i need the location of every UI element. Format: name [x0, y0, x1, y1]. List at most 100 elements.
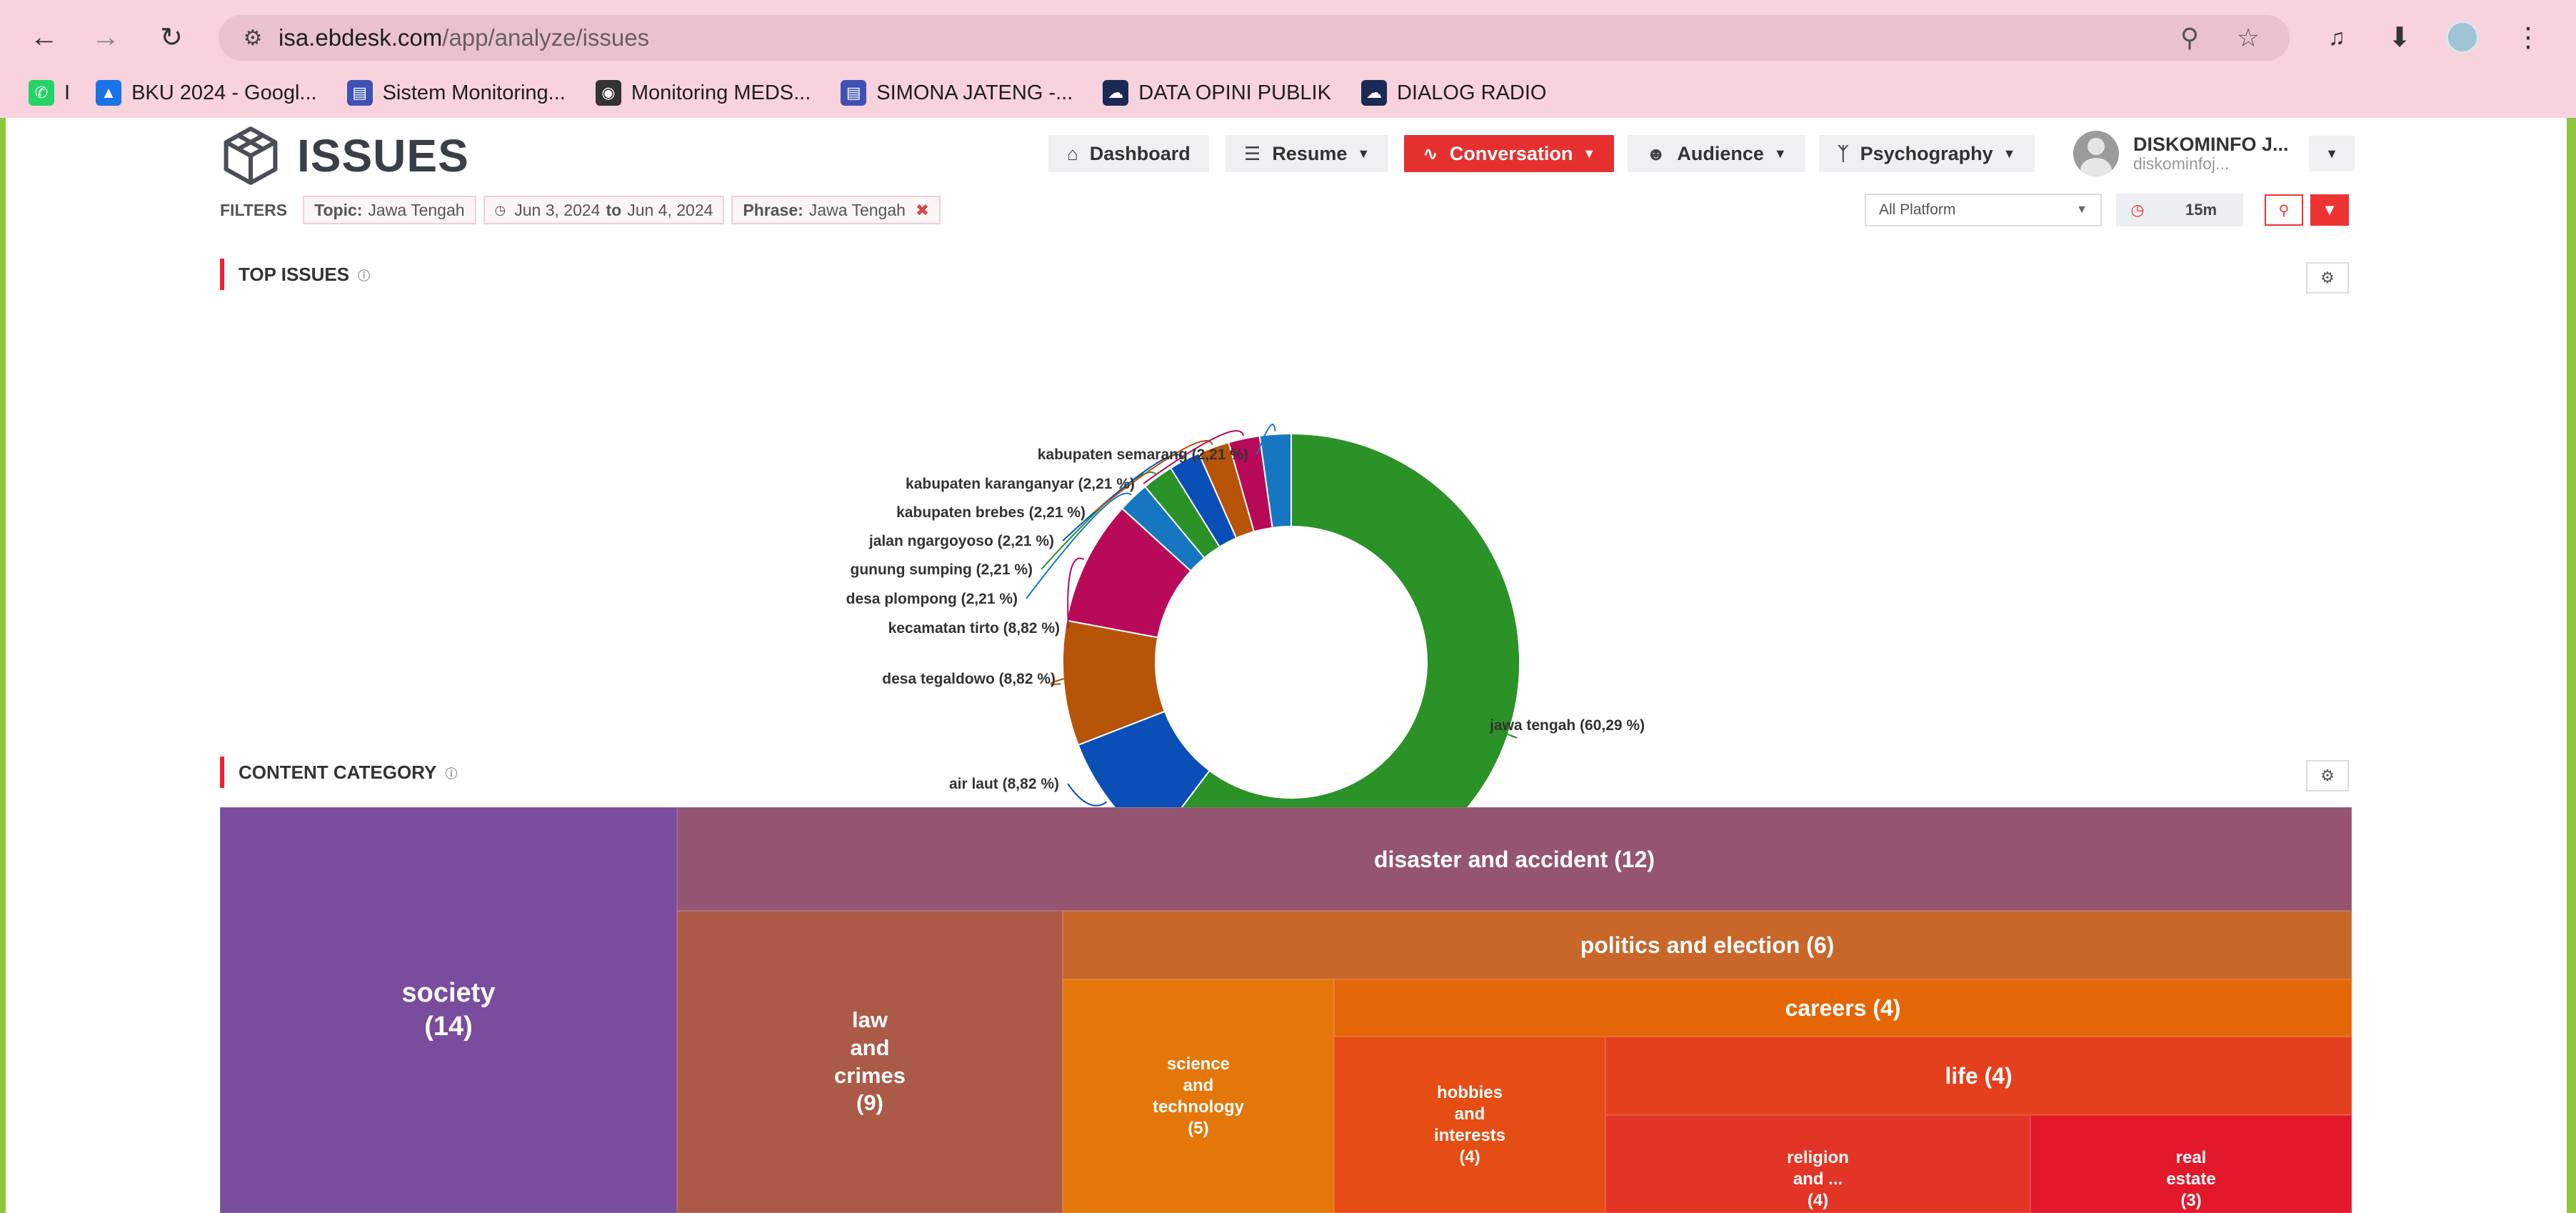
forward-icon[interactable]: →: [84, 16, 127, 59]
phrase-filter-key: Phrase:: [743, 200, 803, 219]
filters-bar: FILTERS Topic: Jawa Tengah ◷ Jun 3, 2024…: [220, 196, 948, 224]
nav-tab-dashboard[interactable]: ⌂ Dashboard: [1048, 135, 1209, 172]
bookmark-item[interactable]: ☁ DATA OPINI PUBLIK: [1103, 80, 1331, 106]
reload-icon[interactable]: ↻: [150, 16, 193, 59]
zoom-icon[interactable]: ⚲: [2170, 15, 2210, 61]
bookmark-label: Monitoring MEDS...: [631, 81, 811, 104]
date-to-word: to: [606, 200, 622, 219]
remove-phrase-icon[interactable]: ✖: [916, 201, 929, 220]
download-icon[interactable]: ⬇: [2378, 16, 2421, 59]
bookmark-label: DATA OPINI PUBLIK: [1138, 81, 1331, 104]
user-email: diskominfoj...: [2133, 154, 2230, 174]
search-icon: ⚲: [2278, 202, 2290, 219]
topic-filter-chip[interactable]: Topic: Jawa Tengah: [303, 196, 476, 224]
platform-select[interactable]: All Platform ▼: [1865, 194, 2102, 226]
globe-icon: ◉: [595, 80, 621, 106]
treemap-cell-politics-and-election[interactable]: politics and election (6): [1063, 911, 2352, 979]
bookmark-item[interactable]: ▤ Sistem Monitoring...: [346, 80, 566, 106]
treemap-cell-law-and-crimes[interactable]: law and crimes (9): [677, 911, 1063, 1213]
treemap-cell-science-and-technology[interactable]: science and technology (5): [1063, 979, 1334, 1213]
nav-tab-psychography[interactable]: ᛉ Psychography ▼: [1819, 135, 2035, 172]
bookmark-label: I: [64, 81, 71, 104]
logo-icon: [224, 126, 278, 185]
filter-button[interactable]: ▼: [2310, 194, 2349, 226]
cloud-icon: ☁: [1103, 80, 1129, 106]
google-drive-icon: ▲: [96, 80, 122, 106]
treemap-cell-life[interactable]: life (4): [1605, 1037, 2352, 1115]
nav-tab-conversation[interactable]: ∿ Conversation ▼: [1404, 135, 1615, 172]
filters-label: FILTERS: [220, 200, 288, 219]
treemap-cell-label: careers (4): [1785, 995, 1901, 1021]
treemap-cell-hobbies-and-interests[interactable]: hobbies and interests (4): [1334, 1037, 1605, 1213]
pulse-icon: ∿: [1423, 142, 1438, 164]
nav-tab-audience[interactable]: ☻ Audience ▼: [1628, 135, 1805, 172]
top-issues-title: TOP ISSUES: [239, 263, 350, 285]
bookmark-item[interactable]: ✆ I: [29, 80, 70, 106]
treemap-cell-society[interactable]: society (14): [220, 807, 677, 1213]
browser-menu-icon[interactable]: ⋮: [2507, 16, 2550, 59]
donut-label: desa tegaldowo (8,82 %): [882, 671, 1056, 687]
address-bar[interactable]: ⚙ isa.ebdesk.com/app/analyze/issues ⚲ ☆: [219, 15, 2290, 61]
timer-icon: ◷: [2130, 201, 2145, 219]
bookmark-label: DIALOG RADIO: [1396, 81, 1547, 104]
form-icon: ▤: [841, 80, 867, 106]
nav-tab-label: Resume: [1272, 142, 1348, 164]
branch-icon: ᛉ: [1838, 142, 1849, 164]
bookmark-item[interactable]: ▲ BKU 2024 - Googl...: [96, 80, 317, 106]
app-page: ISSUES ⌂ Dashboard ☰ Resume ▼ ∿ Conversation ▼ ☻…: [6, 118, 2567, 1213]
donut-label: gunung sumping (2,21 %): [851, 561, 1033, 578]
browser-toolbar: ← → ↻ ⚙ isa.ebdesk.com/app/analyze/issue…: [0, 0, 2576, 74]
site-settings-icon[interactable]: ⚙: [227, 26, 279, 51]
chevron-down-icon: ▼: [1773, 146, 1787, 161]
date-filter-chip[interactable]: ◷ Jun 3, 2024 to Jun 4, 2024: [483, 196, 725, 224]
treemap-cell-label: society (14): [401, 977, 496, 1042]
treemap-cell-label: politics and election (6): [1580, 932, 1835, 958]
date-to: Jun 4, 2024: [627, 200, 713, 219]
bookmark-star-icon[interactable]: ☆: [2228, 15, 2268, 61]
donut-label: desa plompong (2,21 %): [846, 591, 1018, 607]
book-icon: ☰: [1244, 142, 1261, 164]
nav-tab-label: Audience: [1677, 142, 1764, 164]
treemap-cell-label: real estate (3): [2166, 1148, 2216, 1210]
refresh-interval[interactable]: ◷ 15m: [2116, 194, 2243, 226]
info-icon[interactable]: ⓘ: [445, 764, 457, 782]
refresh-interval-value: 15m: [2185, 201, 2217, 219]
user-menu-caret-icon[interactable]: ▼: [2309, 136, 2355, 171]
app-header-logo: ISSUES: [220, 125, 469, 186]
chevron-down-icon: ▼: [2003, 146, 2016, 161]
date-from: Jun 3, 2024: [514, 200, 601, 219]
info-icon[interactable]: ⓘ: [358, 266, 370, 284]
nav-tab-label: Conversation: [1449, 142, 1573, 164]
search-button[interactable]: ⚲: [2265, 194, 2303, 226]
platform-select-value: All Platform: [1879, 201, 1956, 218]
content-category-treemap: society (14) disaster and accident (12) la…: [220, 807, 2352, 1213]
bookmark-item[interactable]: ☁ DIALOG RADIO: [1360, 80, 1547, 106]
treemap-cell-disaster-and-accident[interactable]: disaster and accident (12): [677, 807, 2352, 911]
top-issues-heading: TOP ISSUES ⓘ: [220, 259, 370, 290]
filter-icon: ▼: [2322, 201, 2337, 219]
donut-label: kabupaten karanganyar (2,21 %): [906, 476, 1135, 492]
top-issues-settings-button[interactable]: ⚙: [2306, 262, 2349, 294]
treemap-cell-label: hobbies and interests (4): [1433, 1082, 1506, 1167]
media-controls-icon[interactable]: ♫: [2315, 16, 2358, 59]
whatsapp-icon: ✆: [29, 80, 54, 106]
nav-tab-resume[interactable]: ☰ Resume ▼: [1226, 135, 1389, 172]
bookmarks-bar: ✆ I ▲ BKU 2024 - Googl... ▤ Sistem Monitoring…: [0, 74, 2576, 111]
content-category-title: CONTENT CATEGORY: [239, 761, 437, 783]
treemap-cell-label: life (4): [1945, 1063, 2013, 1089]
content-category-heading: CONTENT CATEGORY ⓘ: [220, 757, 457, 788]
bookmark-item[interactable]: ◉ Monitoring MEDS...: [595, 80, 811, 106]
profile-icon[interactable]: [2441, 16, 2484, 59]
phrase-filter-chip[interactable]: Phrase: Jawa Tengah ✖: [731, 196, 941, 224]
treemap-cell-real-estate[interactable]: real estate (3): [2030, 1115, 2352, 1213]
treemap-cell-careers[interactable]: careers (4): [1334, 979, 2352, 1037]
bookmark-item[interactable]: ▤ SIMONA JATENG -...: [841, 80, 1073, 106]
donut-label: kecamatan tirto (8,82 %): [888, 620, 1060, 637]
content-category-settings-button[interactable]: ⚙: [2306, 760, 2349, 792]
donut-label: kabupaten semarang (2,21 %): [1038, 446, 1248, 463]
home-icon: ⌂: [1067, 142, 1078, 164]
page-title: ISSUES: [297, 130, 469, 181]
back-icon[interactable]: ←: [23, 16, 66, 59]
browser-chrome: ← → ↻ ⚙ isa.ebdesk.com/app/analyze/issue…: [0, 0, 2576, 118]
treemap-cell-religion-and[interactable]: religion and ... (4): [1605, 1115, 2030, 1213]
